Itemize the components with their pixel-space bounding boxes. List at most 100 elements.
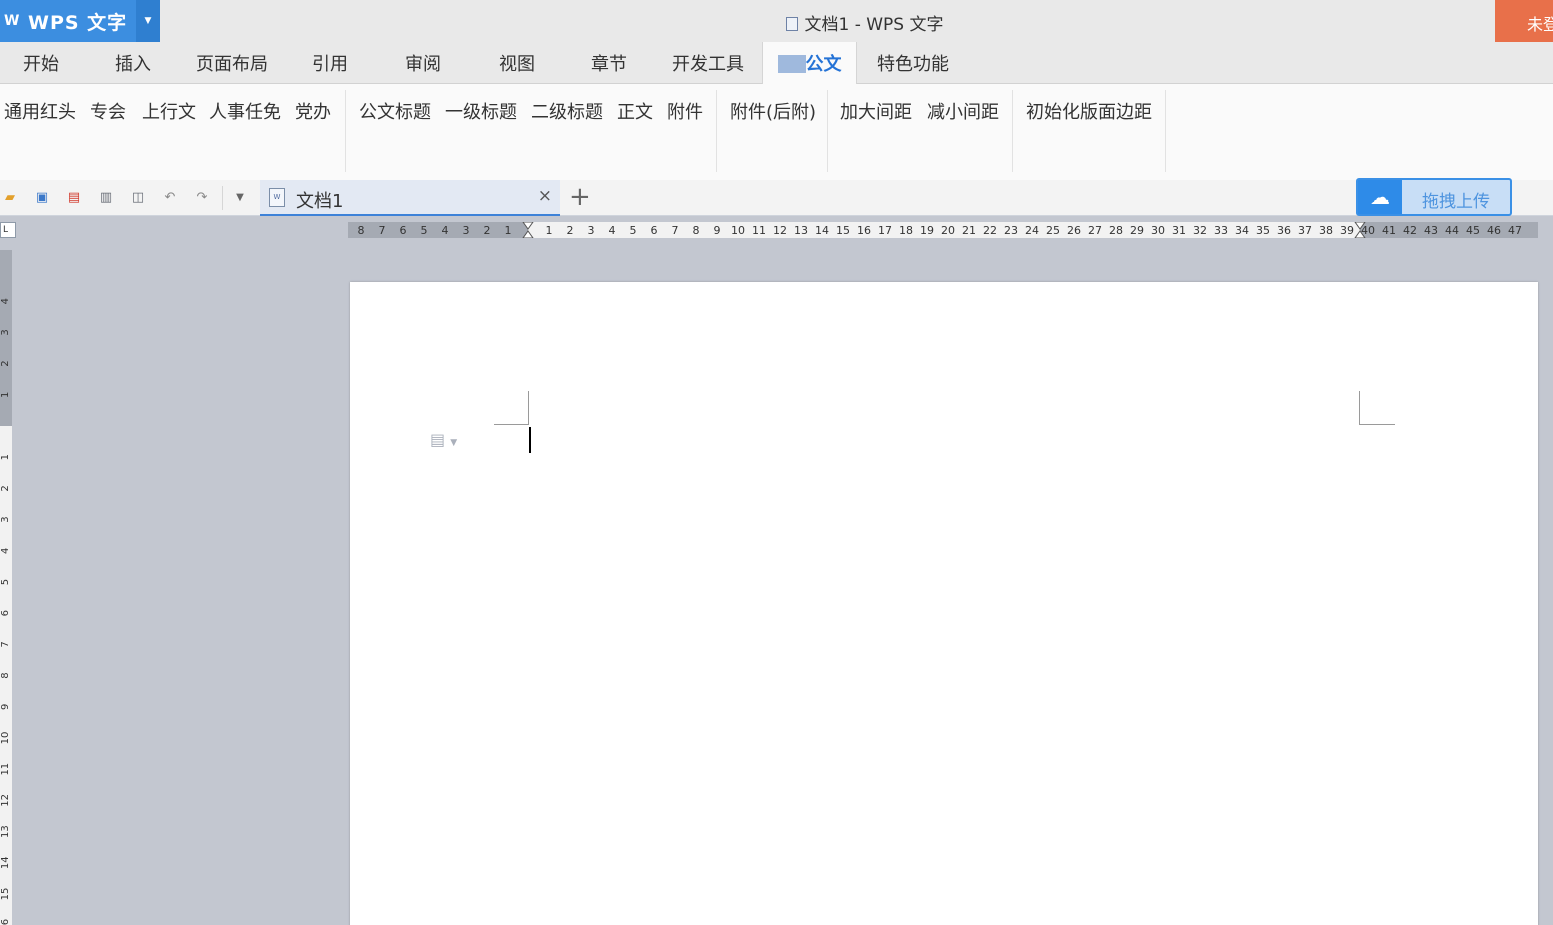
window-title-text: 文档1 - WPS 文字 — [804, 15, 944, 35]
ruler-label-right: 27 — [1088, 224, 1102, 237]
tab-home[interactable]: 开始 — [0, 42, 82, 84]
tab-references[interactable]: 引用 — [290, 42, 370, 84]
ruler-label-right: 41 — [1382, 224, 1396, 237]
reset-margins-button[interactable]: 初始化版面边距 — [1026, 98, 1152, 124]
ribbon-divider — [345, 90, 346, 172]
ruler-label-right: 31 — [1172, 224, 1186, 237]
ruler-label-right: 19 — [920, 224, 934, 237]
ruler-label-right: 38 — [1319, 224, 1333, 237]
ribbon-divider — [1012, 90, 1013, 172]
attachment-appended-button[interactable]: 附件(后附) — [730, 98, 816, 124]
ruler-label-right: 23 — [1004, 224, 1018, 237]
heading-level-2-button[interactable]: 二级标题 — [531, 98, 603, 124]
ruler-label-top: 2 — [0, 360, 11, 366]
upward-document-button[interactable]: 上行文 — [142, 98, 196, 124]
doc-title-button[interactable]: 公文标题 — [359, 98, 431, 124]
ruler-label-left: 4 — [442, 224, 449, 237]
body-text-button[interactable]: 正文 — [617, 98, 653, 124]
margin-corner-mark — [1359, 391, 1360, 425]
ruler-label-right: 9 — [714, 224, 721, 237]
ruler-label-right: 47 — [1508, 224, 1522, 237]
tab-special-features[interactable]: 特色功能 — [866, 42, 960, 84]
ruler-label-bottom: 7 — [0, 641, 11, 647]
ruler-label-left: 6 — [400, 224, 407, 237]
cloud-icon: ☁ — [1358, 180, 1402, 214]
ruler-label-right: 35 — [1256, 224, 1270, 237]
tab-document-label: 文档1 — [296, 191, 344, 212]
login-button[interactable]: 未登录 — [1495, 0, 1553, 42]
ruler-label-right: 45 — [1466, 224, 1480, 237]
tab-developer[interactable]: 开发工具 — [662, 42, 754, 84]
redacted-text — [777, 55, 806, 73]
tab-document-1[interactable]: W 文档1 × — [260, 180, 560, 216]
print-preview-icon[interactable]: ◫ — [130, 190, 146, 206]
upload-label: 拖拽上传 — [1422, 192, 1490, 212]
new-tab-button[interactable]: + — [569, 182, 591, 212]
print-icon[interactable]: ▥ — [98, 190, 114, 206]
heading-level-1-button[interactable]: 一级标题 — [445, 98, 517, 124]
ruler-label-bottom: 16 — [0, 919, 11, 925]
redo-icon[interactable]: ↷ — [194, 190, 210, 206]
tab-review[interactable]: 审阅 — [382, 42, 464, 84]
general-red-header-button[interactable]: 通用红头 — [4, 98, 76, 124]
margin-corner-mark — [1359, 424, 1395, 425]
ruler-label-top: 4 — [0, 298, 11, 304]
ribbon: 通用红头 专会 上行文 人事任免 党办 公文标题 一级标题 二级标题 正文 附件… — [0, 84, 1553, 180]
party-office-button[interactable]: 党办 — [295, 98, 331, 124]
increase-spacing-button[interactable]: 加大间距 — [840, 98, 912, 124]
tab-section[interactable]: 章节 — [568, 42, 650, 84]
tab-page-layout[interactable]: 页面布局 — [186, 42, 278, 84]
close-icon[interactable]: × — [538, 186, 552, 206]
drag-upload-button[interactable]: ☁ 拖拽上传 — [1356, 178, 1512, 216]
horizontal-ruler[interactable]: 8 7 6 5 4 3 2 1 1 2 3 4 5 6 7 8 9 10 11 12 13 14 15 16 17 18 19 20 2… — [348, 222, 1538, 238]
save-icon[interactable]: ▣ — [34, 190, 50, 206]
ruler-label-bottom: 10 — [0, 732, 11, 745]
ruler-label-right: 33 — [1214, 224, 1228, 237]
ruler-label-right: 34 — [1235, 224, 1249, 237]
document-workspace: L 8 7 6 5 4 3 2 1 1 2 3 4 5 6 7 8 9 10 11 12 13 14 15 16 17 18 19 2… — [0, 216, 1553, 925]
ruler-label-right: 7 — [672, 224, 679, 237]
ruler-label-right: 10 — [731, 224, 745, 237]
ruler-label-right: 15 — [836, 224, 850, 237]
tab-official-doc[interactable]: 公文 — [762, 42, 857, 85]
word-document-icon: W — [269, 188, 285, 207]
ribbon-divider — [716, 90, 717, 172]
undo-icon[interactable]: ↶ — [162, 190, 178, 206]
ruler-label-right: 37 — [1298, 224, 1312, 237]
decrease-spacing-button[interactable]: 减小间距 — [927, 98, 999, 124]
ruler-label-bottom: 12 — [0, 794, 11, 807]
toolbar-divider — [222, 186, 223, 210]
ruler-label-right: 28 — [1109, 224, 1123, 237]
tab-stop-selector[interactable]: L — [0, 222, 16, 238]
left-indent-marker[interactable] — [522, 222, 534, 238]
tab-insert[interactable]: 插入 — [92, 42, 174, 84]
ruler-label-right: 42 — [1403, 224, 1417, 237]
text-cursor — [529, 427, 531, 453]
pdf-export-icon[interactable]: ▤ — [66, 190, 82, 206]
ruler-label-right: 13 — [794, 224, 808, 237]
ruler-label-bottom: 4 — [0, 548, 11, 554]
document-page[interactable]: ▤ ▼ — [350, 282, 1538, 925]
ruler-label-right: 6 — [651, 224, 658, 237]
tab-view[interactable]: 视图 — [476, 42, 558, 84]
ruler-label-right: 25 — [1046, 224, 1060, 237]
personnel-appointment-button[interactable]: 人事任免 — [209, 98, 281, 124]
margin-corner-mark — [528, 391, 529, 425]
ruler-label-top: 3 — [0, 329, 11, 335]
ruler-label-bottom: 3 — [0, 516, 11, 522]
ruler-label-right: 3 — [588, 224, 595, 237]
special-meeting-button[interactable]: 专会 — [90, 98, 126, 124]
attachment-button[interactable]: 附件 — [667, 98, 703, 124]
ruler-label-right: 21 — [962, 224, 976, 237]
paragraph-options-icon[interactable]: ▤ ▼ — [430, 430, 470, 452]
ruler-label-left: 5 — [421, 224, 428, 237]
ruler-label-right: 12 — [773, 224, 787, 237]
document-icon — [786, 17, 799, 31]
ruler-label-right: 17 — [878, 224, 892, 237]
chevron-down-icon[interactable]: ▼ — [232, 190, 248, 206]
ruler-label-top: 1 — [0, 392, 11, 398]
vertical-ruler[interactable]: 432112345678910111213141516 — [0, 250, 12, 925]
open-folder-icon[interactable]: ▰ — [2, 190, 18, 206]
title-bar: W WPS 文字 ▼ 文档1 - WPS 文字 未登录 — [0, 0, 1553, 42]
document-tab-bar: ▰ ▣ ▤ ▥ ◫ ↶ ↷ ▼ W 文档1 × + — [0, 180, 1553, 216]
